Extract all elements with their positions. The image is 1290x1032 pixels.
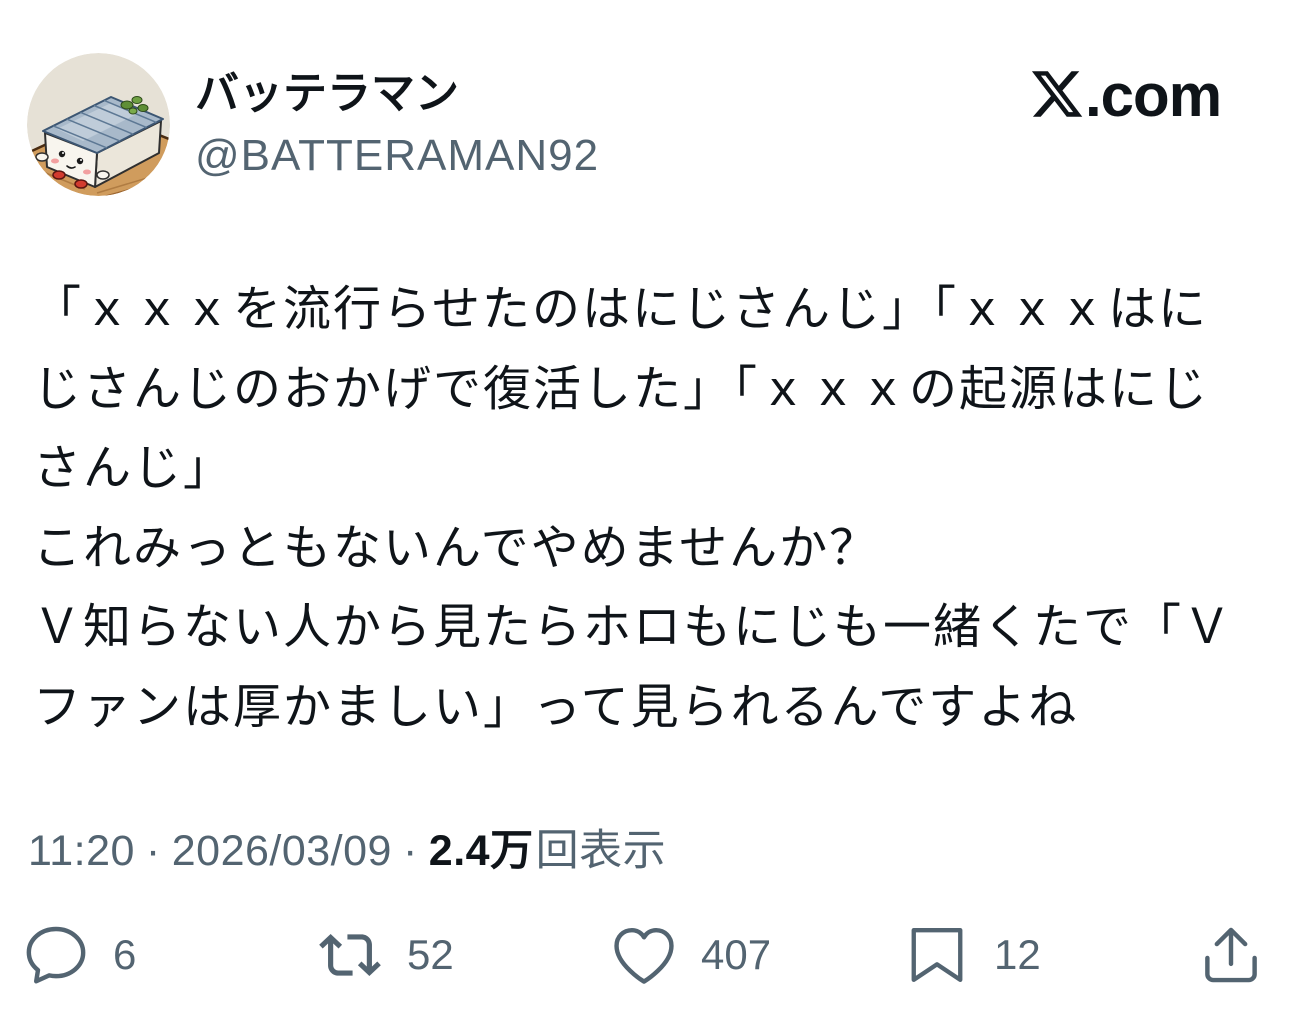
post-date[interactable]: 2026/03/09 (172, 827, 392, 875)
brand-domain-suffix: .com (1085, 62, 1222, 129)
reply-icon[interactable] (25, 924, 87, 986)
repost-button[interactable]: 52 (319, 924, 454, 986)
tweet-text-line: じさんじのおかげで復活した」「ｘｘｘの起源はにじ (33, 362, 1210, 416)
bookmark-button[interactable]: 12 (906, 924, 1041, 986)
tweet-text-line: ファンは厚かましい」って見られるんですよね (33, 680, 1079, 734)
reply-button[interactable]: 6 (25, 924, 136, 986)
post-time[interactable]: 11:20 (28, 827, 135, 875)
display-name[interactable]: バッテラマン (195, 67, 459, 121)
views-count: 2.4万 (428, 827, 534, 875)
share-button[interactable] (1200, 924, 1262, 986)
avatar-image (27, 53, 170, 196)
heart-icon[interactable] (613, 924, 675, 986)
repost-count: 52 (407, 931, 454, 978)
bookmark-icon[interactable] (906, 924, 968, 986)
tweet-text-line: Ｖ知らない人から見たらホロもにじも一緒くたで「Ｖ (33, 601, 1234, 654)
tweet-text-line: これみっともないんでやめませんか？ (33, 521, 880, 575)
user-handle[interactable]: @BATTERAMAN92 (195, 129, 599, 183)
views-label: 回表示 (535, 827, 667, 875)
tweet-meta: 11:20 · 2026/03/09 · 2.4万回表示 (28, 825, 666, 877)
meta-separator: · (145, 827, 161, 875)
like-button[interactable]: 407 (613, 924, 771, 986)
bookmark-count: 12 (994, 931, 1041, 978)
tweet-text-line: 「ｘｘｘを流行らせたのはにじさんじ」「ｘｘｘはに (33, 283, 1209, 336)
avatar[interactable] (27, 53, 170, 196)
tweet-card: バッテラマン @BATTERAMAN92 .com 「ｘｘｘを流行らせたのはにじ… (0, 0, 1290, 1032)
share-icon[interactable] (1200, 924, 1262, 986)
x-logo-icon (1031, 71, 1083, 117)
like-count: 407 (701, 931, 772, 978)
tweet-text-line: さんじ」 (33, 442, 234, 495)
repost-icon[interactable] (319, 924, 381, 986)
tweet-text: 「ｘｘｘを流行らせたのはにじさんじ」「ｘｘｘはに じさんじのおかげで復活した」「… (33, 270, 1273, 747)
reply-count: 6 (113, 931, 137, 978)
meta-separator: · (402, 827, 418, 875)
